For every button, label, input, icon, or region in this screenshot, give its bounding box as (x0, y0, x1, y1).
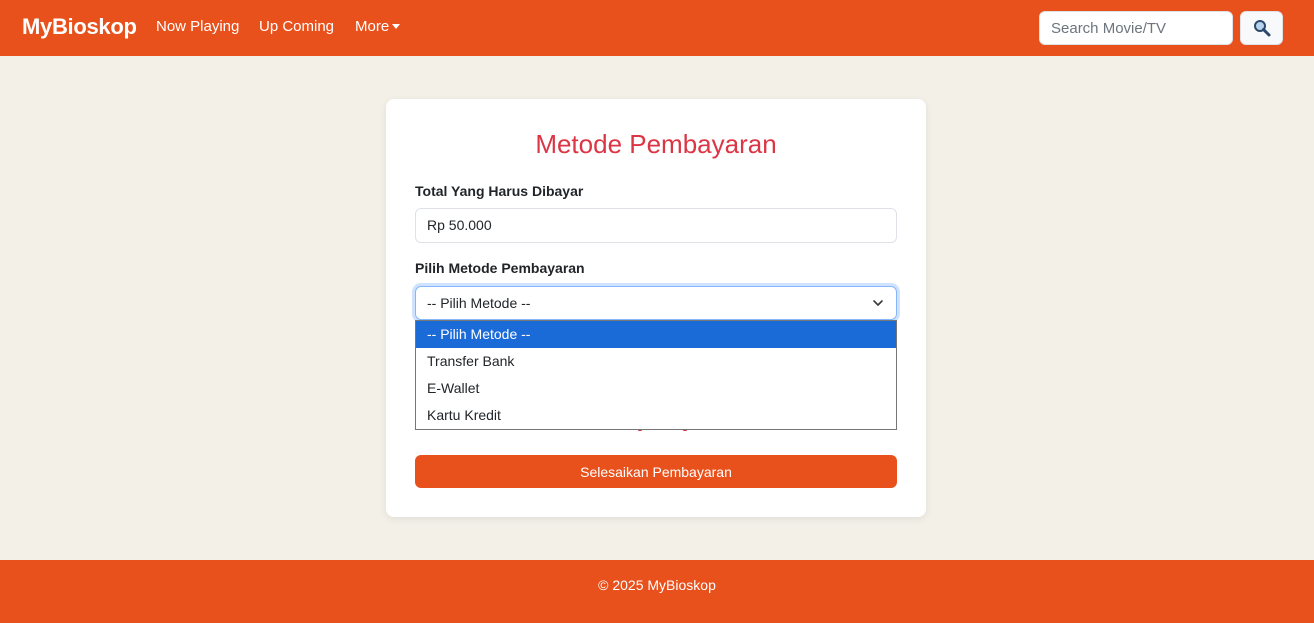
payment-method-options: -- Pilih Metode -- Transfer Bank E-Walle… (415, 320, 897, 430)
page-title: Metode Pembayaran (535, 129, 777, 159)
chevron-down-icon (873, 300, 883, 306)
method-label: Pilih Metode Pembayaran (415, 260, 585, 276)
submit-payment-button[interactable]: Selesaikan Pembayaran (415, 455, 897, 488)
payment-card: Metode Pembayaran Total Yang Harus Dibay… (386, 99, 926, 517)
payment-method-select[interactable]: -- Pilih Metode -- (415, 286, 897, 320)
nav-link-now-playing[interactable]: Now Playing (156, 18, 239, 35)
nav-dropdown-more[interactable]: More (355, 18, 401, 35)
option-kartu-kredit[interactable]: Kartu Kredit (416, 402, 896, 429)
search-button[interactable] (1240, 11, 1283, 45)
navbar: MyBioskop Now Playing Up Coming More (0, 0, 1314, 56)
magnifier-icon (1253, 20, 1270, 37)
option-e-wallet[interactable]: E-Wallet (416, 375, 896, 402)
nav-more-label: More (355, 18, 390, 35)
brand-logo[interactable]: MyBioskop (22, 14, 137, 40)
footer: © 2025 MyBioskop (0, 560, 1314, 623)
footer-copyright: © 2025 MyBioskop (598, 577, 716, 593)
option-pilih-metode[interactable]: -- Pilih Metode -- (416, 321, 896, 348)
total-label: Total Yang Harus Dibayar (415, 183, 584, 199)
total-amount-field: Rp 50.000 (415, 208, 897, 243)
caret-down-icon (392, 24, 401, 29)
nav-link-up-coming[interactable]: Up Coming (259, 18, 334, 35)
option-transfer-bank[interactable]: Transfer Bank (416, 348, 896, 375)
search-input[interactable] (1039, 11, 1233, 45)
select-value: -- Pilih Metode -- (427, 295, 531, 311)
